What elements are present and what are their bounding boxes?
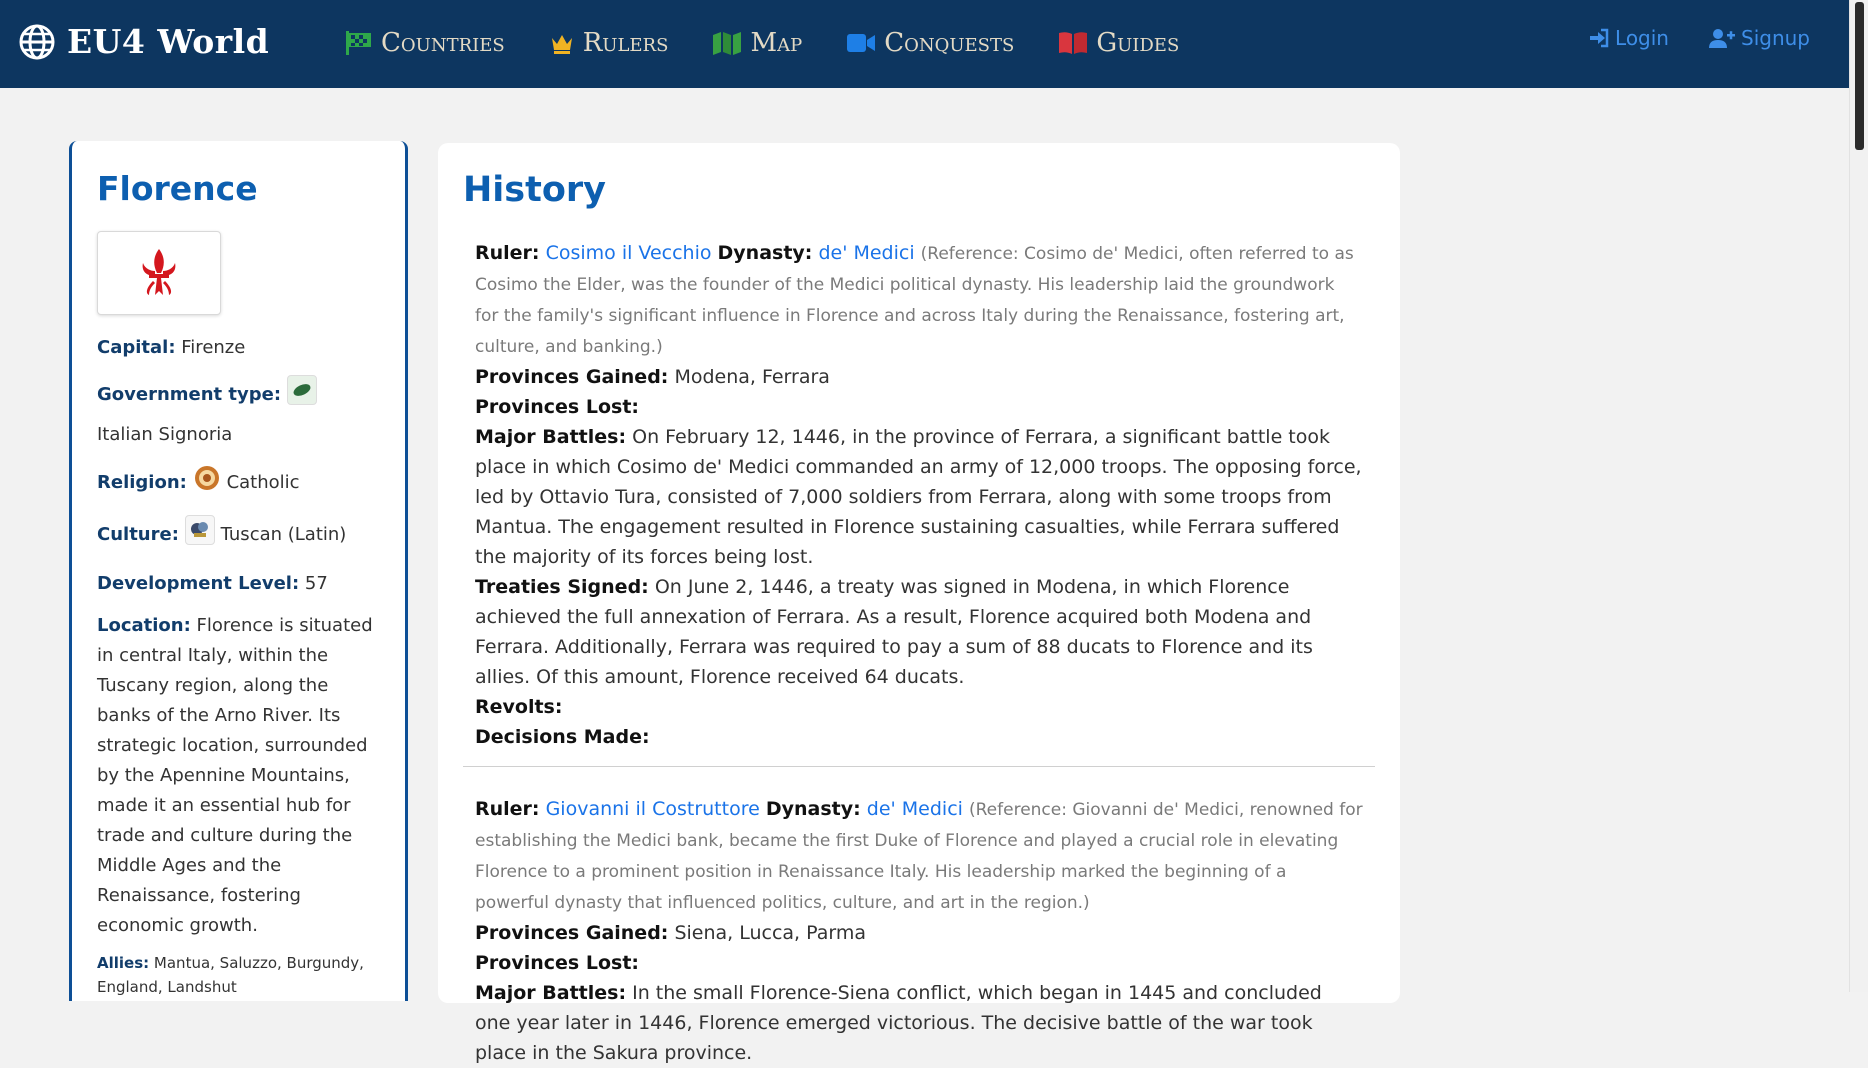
provinces-gained-label: Provinces Gained: xyxy=(475,366,669,388)
revolts-label: Revolts: xyxy=(475,696,563,718)
video-camera-icon xyxy=(847,34,876,52)
provinces-gained-line: Provinces Gained: Siena, Lucca, Parma xyxy=(475,918,1363,948)
nav-map-label: Map xyxy=(750,28,803,58)
provinces-lost-label: Provinces Lost: xyxy=(475,396,639,418)
ruler-link[interactable]: Giovanni il Costruttore xyxy=(546,798,760,820)
revolts-line: Revolts: xyxy=(475,692,1363,722)
history-entry: Ruler: Giovanni il Costruttore Dynasty: … xyxy=(463,794,1375,1068)
ruler-link[interactable]: Cosimo il Vecchio xyxy=(546,242,712,264)
nav-guides-label: Guides xyxy=(1096,28,1180,58)
major-battles-label: Major Battles: xyxy=(475,426,627,448)
government-value: Italian Signoria xyxy=(97,424,233,445)
provinces-gained-label: Provinces Gained: xyxy=(475,922,669,944)
provinces-gained-value: Siena, Lucca, Parma xyxy=(674,922,867,944)
location-row: Location: Florence is situated in centra… xyxy=(97,611,381,941)
nav-rulers[interactable]: Rulers xyxy=(549,22,669,64)
culture-row: Culture: Tuscan (Latin) xyxy=(97,515,381,555)
ruler-label: Ruler: xyxy=(475,242,540,264)
top-navbar: EU4 World Countries Rulers Map Conquests… xyxy=(0,0,1850,88)
entry-divider xyxy=(463,766,1375,767)
major-battles-line: Major Battles: On February 12, 1446, in … xyxy=(475,422,1363,572)
login-icon xyxy=(1590,28,1609,48)
decisions-label: Decisions Made: xyxy=(475,726,650,748)
signup-label: Signup xyxy=(1741,26,1810,50)
location-label: Location: xyxy=(97,615,191,636)
map-icon xyxy=(713,32,742,55)
development-label: Development Level: xyxy=(97,573,300,594)
treaties-line: Treaties Signed: On June 2, 1446, a trea… xyxy=(475,572,1363,692)
signup-link[interactable]: Signup xyxy=(1709,26,1810,50)
development-row: Development Level: 57 xyxy=(97,569,381,599)
book-icon xyxy=(1059,32,1088,54)
treaties-label: Treaties Signed: xyxy=(475,576,649,598)
allies-label: Allies: xyxy=(97,954,150,972)
capital-row: Capital: Firenze xyxy=(97,333,381,363)
nav-countries[interactable]: Countries xyxy=(345,22,505,64)
dynasty-link[interactable]: de' Medici xyxy=(818,242,914,264)
location-value: Florence is situated in central Italy, w… xyxy=(97,615,373,936)
decisions-line: Decisions Made: xyxy=(475,722,1363,752)
fleur-de-lis-icon xyxy=(142,249,176,295)
auth-links: Login Signup xyxy=(1549,26,1810,50)
brand-name: EU4 World xyxy=(67,22,270,61)
major-battles-label: Major Battles: xyxy=(475,982,627,1004)
country-name: Florence xyxy=(97,169,258,208)
dynasty-label: Dynasty: xyxy=(765,798,861,820)
user-plus-icon xyxy=(1709,29,1735,48)
history-panel: History Ruler: Cosimo il Vecchio Dynasty… xyxy=(438,143,1400,1064)
history-title: History xyxy=(463,170,606,210)
country-flag xyxy=(97,231,221,315)
nav-guides[interactable]: Guides xyxy=(1058,22,1179,64)
scrollbar-thumb[interactable] xyxy=(1855,2,1864,150)
brand-link[interactable]: EU4 World xyxy=(19,22,269,62)
culture-label: Culture: xyxy=(97,524,179,545)
government-icon xyxy=(286,375,317,405)
globe-icon xyxy=(19,24,55,60)
development-value: 57 xyxy=(304,573,328,594)
login-link[interactable]: Login xyxy=(1589,26,1669,50)
page-scrollbar[interactable] xyxy=(1849,0,1868,992)
provinces-lost-line: Provinces Lost: xyxy=(475,948,1363,978)
government-label: Government type: xyxy=(97,384,282,405)
provinces-lost-line: Provinces Lost: xyxy=(475,392,1363,422)
religion-icon xyxy=(193,464,221,492)
provinces-gained-value: Modena, Ferrara xyxy=(674,366,830,388)
nav-rulers-label: Rulers xyxy=(582,28,669,58)
provinces-lost-label: Provinces Lost: xyxy=(475,952,639,974)
history-entry: Ruler: Cosimo il Vecchio Dynasty: de' Me… xyxy=(463,238,1375,752)
culture-icon xyxy=(184,515,215,545)
ruler-line: Ruler: Cosimo il Vecchio Dynasty: de' Me… xyxy=(475,238,1363,362)
capital-value: Firenze xyxy=(181,337,246,358)
nav-conquests-label: Conquests xyxy=(884,28,1015,58)
dynasty-label: Dynasty: xyxy=(717,242,813,264)
religion-value: Catholic xyxy=(226,472,300,493)
dynasty-link[interactable]: de' Medici xyxy=(867,798,963,820)
login-label: Login xyxy=(1615,26,1669,50)
capital-label: Capital: xyxy=(97,337,176,358)
government-row: Government type: Italian Signoria xyxy=(97,375,342,455)
religion-row: Religion: Catholic xyxy=(97,463,381,503)
nav-countries-label: Countries xyxy=(381,28,505,58)
country-sidebar: Florence Capital: Firenze Government typ… xyxy=(69,141,408,1001)
ruler-line: Ruler: Giovanni il Costruttore Dynasty: … xyxy=(475,794,1363,918)
provinces-gained-line: Provinces Gained: Modena, Ferrara xyxy=(475,362,1363,392)
nav-map[interactable]: Map xyxy=(712,22,802,64)
crown-icon xyxy=(551,35,572,54)
nav-conquests[interactable]: Conquests xyxy=(846,22,1014,64)
religion-label: Religion: xyxy=(97,472,187,493)
ruler-label: Ruler: xyxy=(475,798,540,820)
checkered-flag-icon xyxy=(346,31,371,55)
main-nav: Countries Rulers Map Conquests Guides xyxy=(345,22,1223,64)
culture-value: Tuscan (Latin) xyxy=(220,524,347,545)
